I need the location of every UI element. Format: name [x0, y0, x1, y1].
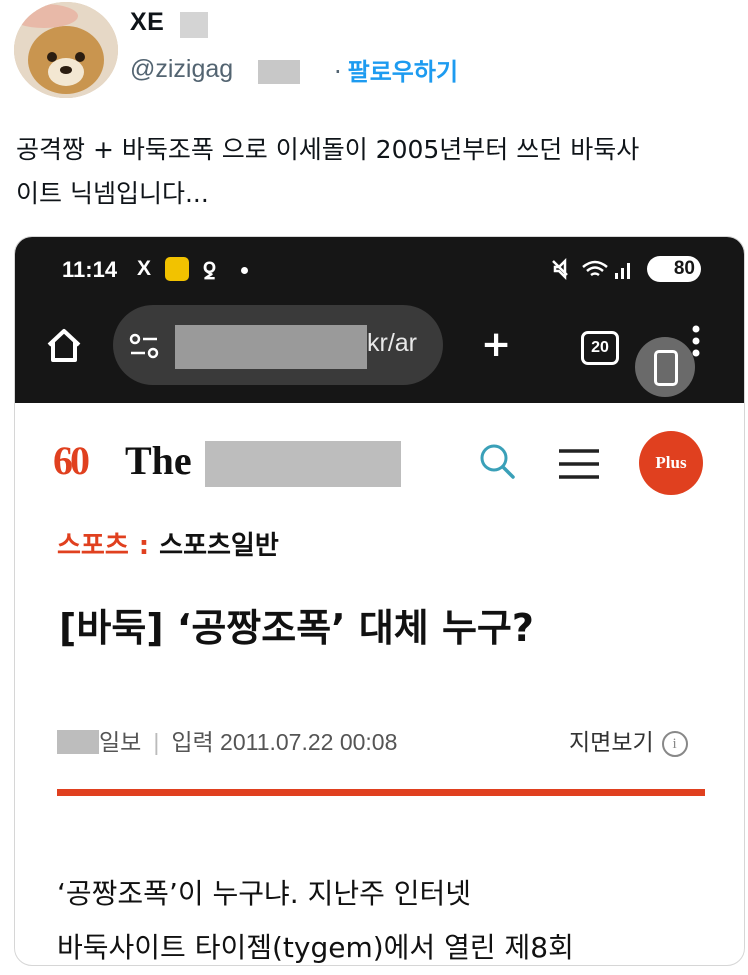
- url-text[interactable]: kr/ar: [367, 329, 417, 358]
- user-handle[interactable]: @zizigag: [130, 55, 233, 84]
- category-main[interactable]: 스포츠: [57, 531, 129, 561]
- category-sub[interactable]: 스포츠일반: [159, 531, 279, 561]
- source-redaction: [57, 730, 99, 754]
- info-icon[interactable]: i: [661, 731, 688, 757]
- tweet-text-line: 이트 닉넴입니다...: [16, 179, 209, 208]
- article-byline: 일보 | 입력 2011.07.22 00:08: [57, 723, 397, 757]
- article-headline: [바둑] ‘공짱조폭’ 대체 누구?: [59, 606, 534, 650]
- byline-date: 입력 2011.07.22 00:08: [171, 729, 398, 755]
- url-redaction: [175, 325, 367, 369]
- accent-divider: [57, 789, 705, 796]
- tweet-media-image[interactable]: 11:14 X ꝿ 80 kr/ar + 20 60 The Plus 스포츠 …: [14, 236, 745, 966]
- url-bar[interactable]: kr/ar: [113, 305, 443, 385]
- device-view-button[interactable]: [635, 337, 695, 397]
- article-body-line: 바둑사이트 타이젬(tygem)에서 열린 제8회: [57, 931, 574, 964]
- signal-icons: [549, 255, 639, 288]
- battery-indicator: 80: [647, 256, 701, 282]
- plus-badge-button[interactable]: Plus: [639, 431, 703, 495]
- category-separator: :: [138, 531, 150, 561]
- phone-icon: [654, 350, 678, 386]
- site-logo-number: 60: [53, 438, 90, 483]
- article-body-line: ‘공짱조폭’이 누구냐. 지난주 인터넷: [57, 877, 472, 910]
- byline-separator: |: [153, 729, 160, 755]
- avatar[interactable]: [14, 2, 118, 98]
- follow-label: 팔로우하기: [347, 58, 459, 86]
- threads-icon: ꝿ: [203, 260, 216, 285]
- article-category[interactable]: 스포츠: 스포츠일반: [57, 525, 279, 562]
- article-body: ‘공짱조폭’이 누구냐. 지난주 인터넷 바둑사이트 타이젬(tygem)에서 …: [57, 867, 574, 965]
- app-notification-icon: [165, 257, 189, 281]
- new-tab-icon[interactable]: +: [481, 327, 511, 363]
- tweet-text: 공격짱 + 바둑조폭 으로 이세돌이 2005년부터 쓰던 바둑사 이트 닉넴입…: [16, 128, 736, 216]
- status-time: 11:14: [62, 257, 118, 282]
- paper-view-link[interactable]: 지면보기 i: [569, 723, 688, 757]
- site-logo-text: The: [125, 438, 192, 483]
- search-icon[interactable]: [477, 441, 517, 485]
- phone-browser-chrome: 11:14 X ꝿ 80 kr/ar + 20: [15, 237, 744, 403]
- site-settings-icon[interactable]: [127, 331, 161, 365]
- tab-switcher-button[interactable]: 20: [581, 331, 619, 365]
- paper-view-label: 지면보기: [569, 730, 654, 756]
- home-icon[interactable]: [45, 327, 83, 367]
- display-name[interactable]: XE: [130, 8, 164, 37]
- tweet-text-line: 공격짱 + 바둑조폭 으로 이세돌이 2005년부터 쓰던 바둑사: [16, 135, 640, 164]
- x-app-icon: X: [137, 257, 152, 280]
- byline-source: 일보: [99, 729, 142, 755]
- handle-redaction: [258, 60, 300, 84]
- logo-redaction: [205, 441, 401, 487]
- notification-dot-icon: [241, 267, 248, 274]
- follow-button[interactable]: · 팔로우하기: [334, 52, 458, 87]
- name-redaction: [180, 12, 208, 38]
- hamburger-menu-icon[interactable]: [557, 447, 601, 485]
- separator-dot: ·: [334, 58, 342, 86]
